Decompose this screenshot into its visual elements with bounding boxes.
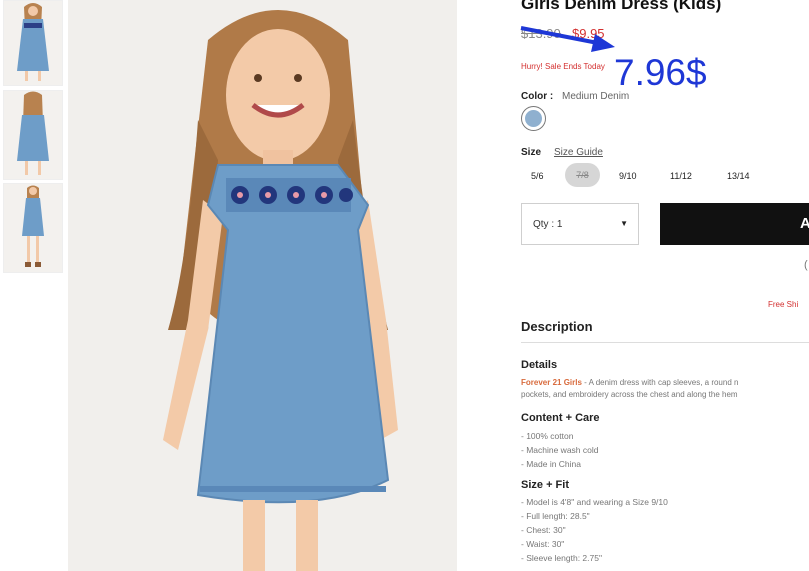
thumbnail-back[interactable]: [3, 90, 63, 180]
divider: [521, 342, 809, 343]
size-option-13-14[interactable]: 13/14: [727, 171, 750, 181]
swatch-fill: [525, 110, 542, 127]
quantity-select[interactable]: Qty : 1 ▼: [521, 203, 639, 245]
color-value: Medium Denim: [562, 91, 630, 102]
list-item: - Model is 4'8" and wearing a Size 9/10: [521, 497, 668, 507]
size-option-7-8-unavailable: 7/8: [565, 163, 600, 187]
product-title: Girls Denim Dress (Kids): [521, 0, 722, 13]
annotation-arrow-icon: [520, 26, 615, 52]
size-label: Size: [521, 147, 542, 158]
list-item: - Chest: 30": [521, 525, 566, 535]
list-item: - Waist: 30": [521, 539, 565, 549]
list-item: - Sleeve length: 2.75": [521, 553, 602, 563]
size-option-11-12[interactable]: 11/12: [670, 171, 692, 181]
chevron-down-icon: ▼: [620, 219, 628, 228]
sale-ends-notice: Hurry! Sale Ends Today: [521, 62, 605, 71]
add-to-bag-label: A: [800, 215, 809, 232]
details-heading: Details: [521, 359, 558, 371]
content-care-heading: Content + Care: [521, 412, 600, 424]
main-product-image[interactable]: [68, 0, 457, 571]
annotation-price: 7.96$: [614, 52, 707, 93]
add-to-bag-button[interactable]: A: [660, 203, 809, 245]
size-guide-link[interactable]: Size Guide: [554, 147, 603, 158]
size-fit-list: - Model is 4'8" and wearing a Size 9/10 …: [521, 495, 668, 565]
color-swatch-medium-denim[interactable]: [521, 106, 546, 131]
thumbnail-front[interactable]: [3, 0, 63, 86]
content-care-list: - 100% cotton - Machine wash cold - Made…: [521, 429, 598, 471]
list-item: - Full length: 28.5": [521, 511, 590, 521]
thumbnail-full-length[interactable]: [3, 183, 63, 273]
list-item: - 100% cotton: [521, 431, 574, 441]
cut-off-text: (: [804, 259, 808, 271]
details-text: Forever 21 Girls - A denim dress with ca…: [521, 377, 809, 401]
size-option-7-8-label: 7/8: [576, 170, 589, 180]
details-line-1: - A denim dress with cap sleeves, a roun…: [581, 378, 739, 387]
size-option-5-6[interactable]: 5/6: [531, 171, 544, 181]
brand-name: Forever 21 Girls: [521, 378, 582, 387]
size-option-9-10[interactable]: 9/10: [619, 171, 637, 181]
quantity-value: Qty : 1: [533, 219, 563, 230]
free-shipping-notice: Free Shi: [768, 300, 799, 309]
list-item: - Machine wash cold: [521, 445, 599, 455]
details-line-2: pockets, and embroidery across the chest…: [521, 390, 738, 399]
size-fit-heading: Size + Fit: [521, 479, 569, 491]
description-heading: Description: [521, 319, 593, 334]
color-label: Color :: [521, 91, 554, 102]
list-item: - Made in China: [521, 459, 582, 469]
